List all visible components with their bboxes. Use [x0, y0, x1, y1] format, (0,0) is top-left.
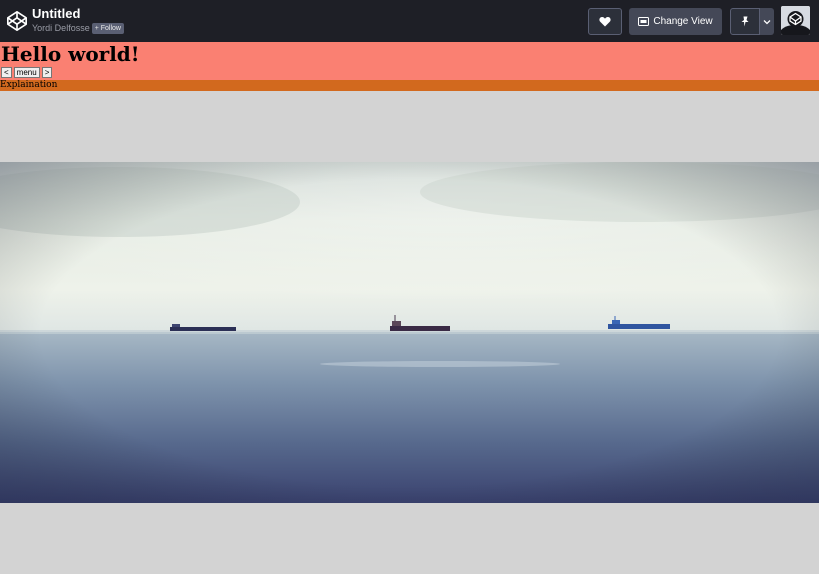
page-title: Hello world! — [1, 42, 140, 66]
pen-title[interactable]: Untitled — [32, 6, 124, 21]
author-name[interactable]: Yordi Delfosse — [32, 23, 90, 34]
seascape-photo — [0, 162, 819, 503]
change-view-label: Change View — [653, 16, 713, 27]
menu-button[interactable]: menu — [13, 67, 40, 78]
chevron-down-icon — [763, 19, 771, 24]
layout-icon — [638, 17, 650, 26]
author-line: Yordi Delfosse + Follow — [32, 23, 124, 34]
explanation-bar: Explaination — [0, 80, 819, 91]
follow-button[interactable]: + Follow — [91, 23, 124, 34]
avatar[interactable] — [781, 6, 810, 35]
page-header: Hello world! < menu > — [0, 42, 819, 80]
pin-button[interactable] — [730, 8, 760, 35]
love-button[interactable] — [588, 8, 622, 35]
explanation-text: Explaination — [0, 80, 58, 90]
codepen-logo-icon[interactable] — [6, 10, 28, 32]
editor-topbar: Untitled Yordi Delfosse + Follow Change … — [0, 0, 819, 42]
pen-title-block: Untitled Yordi Delfosse + Follow — [32, 6, 124, 34]
avatar-image — [781, 6, 810, 35]
change-view-button[interactable]: Change View — [629, 8, 722, 35]
pin-icon — [741, 16, 749, 27]
prev-button[interactable]: < — [1, 67, 12, 78]
pin-dropdown-button[interactable] — [760, 8, 774, 35]
heart-icon — [599, 16, 611, 27]
next-button[interactable]: > — [41, 67, 53, 78]
page-nav: < menu > — [1, 67, 53, 78]
